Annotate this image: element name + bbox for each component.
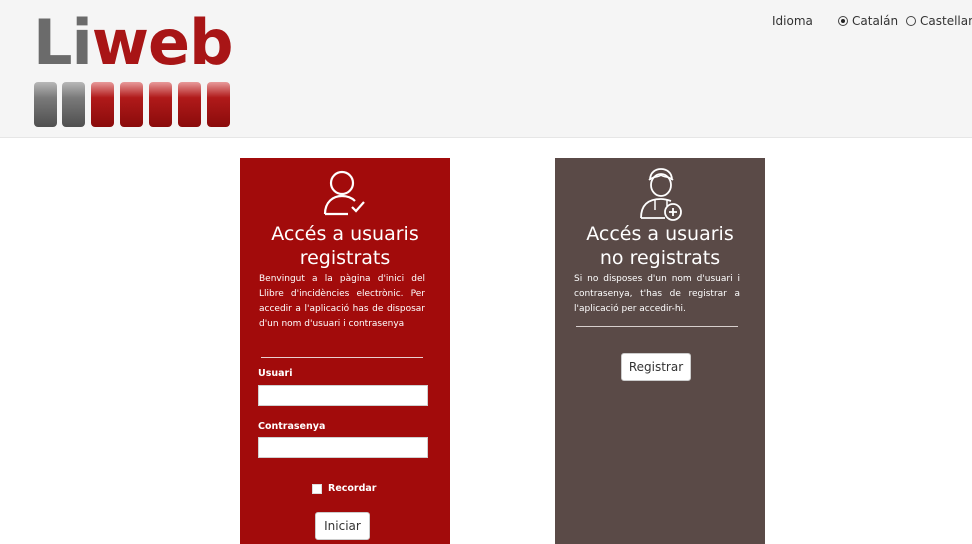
login-button[interactable]: Iniciar [315, 512, 370, 540]
user-check-icon [240, 166, 450, 220]
username-label: Usuari [258, 368, 293, 379]
language-label: Idioma [772, 14, 813, 28]
catalan-radio[interactable] [838, 16, 848, 26]
remember-label: Recordar [328, 483, 377, 494]
password-input[interactable] [258, 437, 428, 458]
unregistered-users-panel: Accés a usuaris no registrats Si no disp… [555, 158, 765, 544]
user-add-icon [555, 166, 765, 228]
unregistered-description: Si no disposes d'un nom d'usuari i contr… [574, 274, 740, 314]
registered-description: Benvingut a la pàgina d'inici del Llibre… [259, 274, 425, 329]
site-header: Liweb Idioma Catalán Castellano [0, 0, 972, 138]
registered-title-line2: registrats [299, 247, 391, 269]
divider [576, 326, 738, 327]
password-label: Contrasenya [258, 421, 326, 432]
catalan-label: Catalán [852, 14, 899, 28]
language-option-castellano[interactable]: Castellano [906, 14, 972, 28]
unregistered-title-line2: no registrats [599, 247, 721, 269]
logo-wordmark: Liweb [33, 6, 233, 79]
remember-option[interactable]: Recordar [312, 483, 377, 494]
remember-checkbox[interactable] [312, 483, 322, 494]
registered-title-line1: Accés a usuaris [271, 223, 419, 245]
unregistered-title-line1: Accés a usuaris [586, 223, 734, 245]
liweb-logo[interactable]: Liweb [30, 6, 240, 127]
castellano-label: Castellano [920, 14, 972, 28]
divider [261, 357, 423, 358]
language-option-catalan[interactable]: Catalán [838, 14, 898, 28]
castellano-radio[interactable] [906, 16, 916, 26]
registered-users-panel: Accés a usuaris registrats Benvingut a l… [240, 158, 450, 544]
username-input[interactable] [258, 385, 428, 406]
register-button[interactable]: Registrar [621, 353, 691, 381]
